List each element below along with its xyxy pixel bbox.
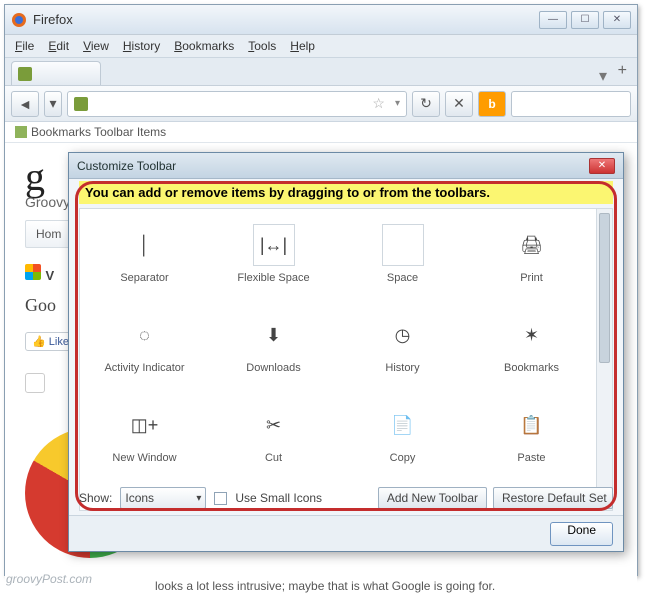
activity-indicator-icon: ◌: [124, 314, 166, 356]
palette-item-label: Activity Indicator: [104, 362, 184, 374]
separator-icon: │: [124, 224, 166, 266]
palette-item-separator[interactable]: │ Separator: [80, 209, 209, 299]
palette-item-label: Flexible Space: [237, 272, 309, 284]
palette-scrollbar[interactable]: [597, 208, 613, 511]
window-title: Firefox: [33, 12, 73, 27]
paste-icon: 📋: [511, 404, 553, 446]
navigation-toolbar: ◄ ▾ ☆ ▾ ↻ ✕ b: [5, 86, 637, 122]
palette-item-label: Space: [387, 272, 418, 284]
new-tab-button[interactable]: +: [618, 62, 627, 80]
reload-button[interactable]: ↻: [412, 91, 440, 117]
window-titlebar: Firefox — ☐ ✕: [5, 5, 637, 35]
bookmark-star-icon[interactable]: ☆: [372, 95, 385, 112]
palette-item-label: Print: [520, 272, 543, 284]
new-window-icon: ◫+: [124, 404, 166, 446]
bookmarks-toolbar-label[interactable]: Bookmarks Toolbar Items: [31, 125, 166, 139]
bookmarks-icon: ✶: [511, 314, 553, 356]
tabstrip-dropdown-icon[interactable]: ▾: [599, 66, 607, 86]
site-favicon: [74, 97, 88, 111]
palette-item-label: Cut: [265, 452, 282, 464]
dialog-titlebar: Customize Toolbar ✕: [69, 153, 623, 179]
site-logo: g: [25, 154, 45, 199]
menu-view[interactable]: View: [83, 39, 109, 53]
dialog-title: Customize Toolbar: [77, 159, 176, 173]
close-window-button[interactable]: ✕: [603, 11, 631, 29]
menu-tools[interactable]: Tools: [248, 39, 276, 53]
chevron-down-icon: ▾: [196, 493, 201, 504]
show-select[interactable]: Icons ▾: [120, 487, 206, 509]
maximize-button[interactable]: ☐: [571, 11, 599, 29]
palette-item-paste[interactable]: 📋 Paste: [467, 389, 596, 479]
search-box[interactable]: [511, 91, 631, 117]
add-new-toolbar-button[interactable]: Add New Toolbar: [378, 487, 487, 509]
minimize-button[interactable]: —: [539, 11, 567, 29]
back-button[interactable]: ◄: [11, 91, 39, 117]
show-label: Show:: [79, 491, 112, 505]
menu-edit[interactable]: Edit: [48, 39, 69, 53]
bookmark-item-icon: [15, 126, 27, 138]
cut-icon: ✂: [253, 404, 295, 446]
palette-item-label: Copy: [390, 452, 416, 464]
palette-item-label: Downloads: [246, 362, 300, 374]
bookmarks-toolbar: Bookmarks Toolbar Items: [5, 122, 637, 143]
history-icon: ◷: [382, 314, 424, 356]
home-tab[interactable]: Hom: [25, 220, 72, 248]
menu-bookmarks[interactable]: Bookmarks: [174, 39, 234, 53]
palette-item-label: History: [385, 362, 419, 374]
firefox-icon: [11, 12, 27, 28]
done-button[interactable]: Done: [550, 522, 613, 546]
palette-item-label: New Window: [112, 452, 176, 464]
copy-icon: 📄: [382, 404, 424, 446]
small-icons-label[interactable]: Use Small Icons: [235, 491, 322, 505]
palette-item-label: Separator: [120, 272, 168, 284]
small-icons-checkbox[interactable]: [214, 492, 227, 505]
dialog-instruction: You can add or remove items by dragging …: [79, 181, 613, 204]
dialog-close-button[interactable]: ✕: [589, 158, 615, 174]
palette-item-activity-indicator[interactable]: ◌ Activity Indicator: [80, 299, 209, 389]
menu-history[interactable]: History: [123, 39, 160, 53]
scrollbar-thumb[interactable]: [599, 213, 610, 363]
space-icon: [382, 224, 424, 266]
downloads-icon: ⬇: [253, 314, 295, 356]
search-engine-icon[interactable]: b: [478, 91, 506, 117]
menu-bar: File Edit View History Bookmarks Tools H…: [5, 35, 637, 58]
palette-item-space[interactable]: Space: [338, 209, 467, 299]
restore-default-button[interactable]: Restore Default Set: [493, 487, 613, 509]
palette-item-cut[interactable]: ✂ Cut: [209, 389, 338, 479]
palette-item-history[interactable]: ◷ History: [338, 299, 467, 389]
url-dropdown-icon[interactable]: ▾: [395, 98, 400, 109]
flexible-space-icon: |↔|: [253, 224, 295, 266]
article-body-line: looks a lot less intrusive; maybe that i…: [155, 579, 495, 593]
palette-item-label: Paste: [517, 452, 545, 464]
palette-item-label: Bookmarks: [504, 362, 559, 374]
tab-favicon: [18, 67, 32, 81]
customize-toolbar-dialog: Customize Toolbar ✕ You can add or remov…: [68, 152, 624, 552]
category-label: V: [45, 268, 54, 283]
tab-strip: + ▾: [5, 58, 637, 86]
palette-item-downloads[interactable]: ⬇ Downloads: [209, 299, 338, 389]
watermark: groovyPost.com: [6, 572, 92, 586]
browser-tab[interactable]: [11, 61, 101, 85]
print-icon: 🖨: [511, 224, 553, 266]
toolbar-items-palette: │ Separator |↔| Flexible Space Space 🖨 Print ◌…: [79, 208, 597, 511]
palette-item-new-window[interactable]: ◫+ New Window: [80, 389, 209, 479]
back-history-dropdown[interactable]: ▾: [44, 91, 62, 117]
reddit-icon[interactable]: [25, 373, 45, 393]
url-bar[interactable]: ☆ ▾: [67, 91, 407, 117]
windows-logo-icon: [25, 264, 41, 280]
palette-item-print[interactable]: 🖨 Print: [467, 209, 596, 299]
show-select-value: Icons: [125, 491, 154, 505]
menu-file[interactable]: File: [15, 39, 34, 53]
palette-item-copy[interactable]: 📄 Copy: [338, 389, 467, 479]
stop-button[interactable]: ✕: [445, 91, 473, 117]
palette-item-bookmarks[interactable]: ✶ Bookmarks: [467, 299, 596, 389]
menu-help[interactable]: Help: [290, 39, 315, 53]
palette-item-flexible-space[interactable]: |↔| Flexible Space: [209, 209, 338, 299]
